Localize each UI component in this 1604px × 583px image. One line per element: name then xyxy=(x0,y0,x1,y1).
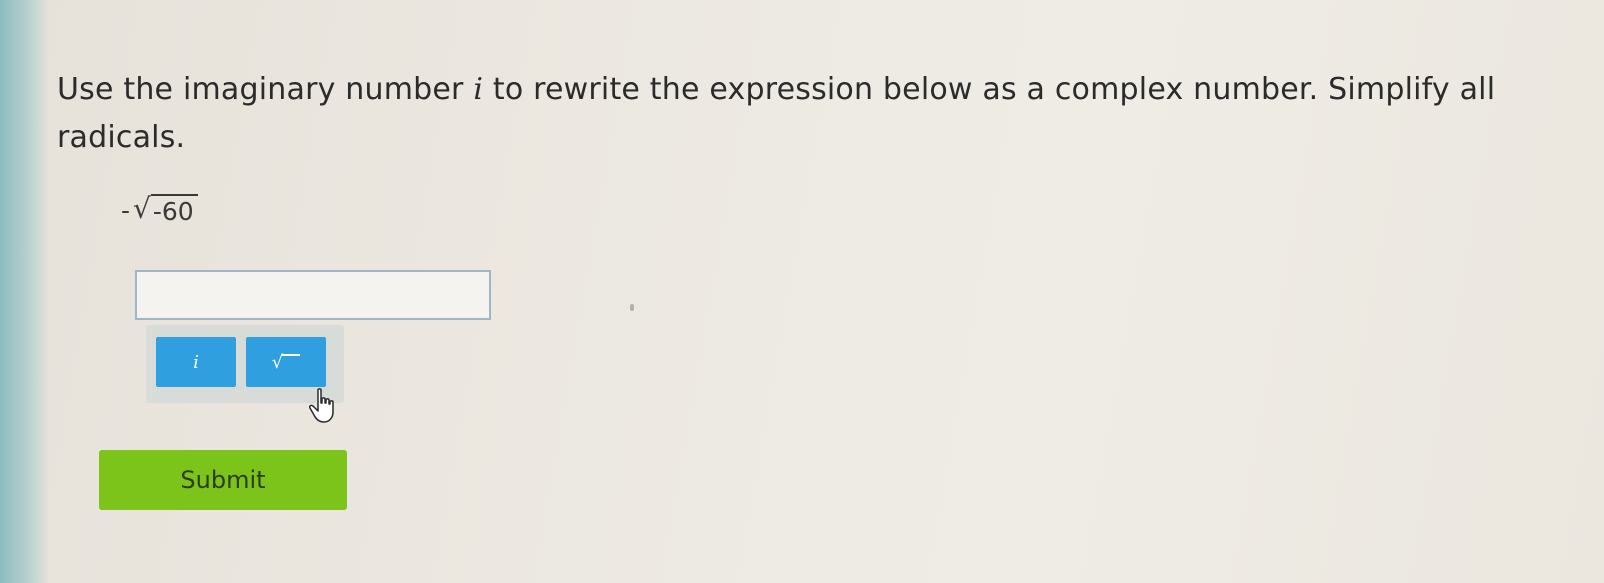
question-text-before: Use the imaginary number xyxy=(57,72,474,107)
square-root-bar xyxy=(282,354,301,356)
hand-pointer-icon xyxy=(309,388,334,423)
expression-radicand: -60 xyxy=(150,194,198,226)
screen: Use the imaginary number i to rewrite th… xyxy=(0,0,1604,583)
answer-input[interactable] xyxy=(135,270,491,320)
imaginary-i-button[interactable]: i xyxy=(156,337,236,387)
imaginary-variable: i xyxy=(473,72,484,107)
screen-speck xyxy=(630,304,634,311)
left-rail xyxy=(0,0,48,583)
question-panel: Use the imaginary number i to rewrite th… xyxy=(57,66,1547,510)
radical-sign-icon: √ xyxy=(133,192,151,225)
submit-button[interactable]: Submit xyxy=(99,450,347,510)
question-text: Use the imaginary number i to rewrite th… xyxy=(57,66,1537,162)
expression-sign: - xyxy=(121,196,131,225)
radical-expression: - √ -60 xyxy=(121,192,198,226)
square-root-button[interactable]: √ xyxy=(246,337,326,387)
imaginary-i-label: i xyxy=(193,351,199,373)
